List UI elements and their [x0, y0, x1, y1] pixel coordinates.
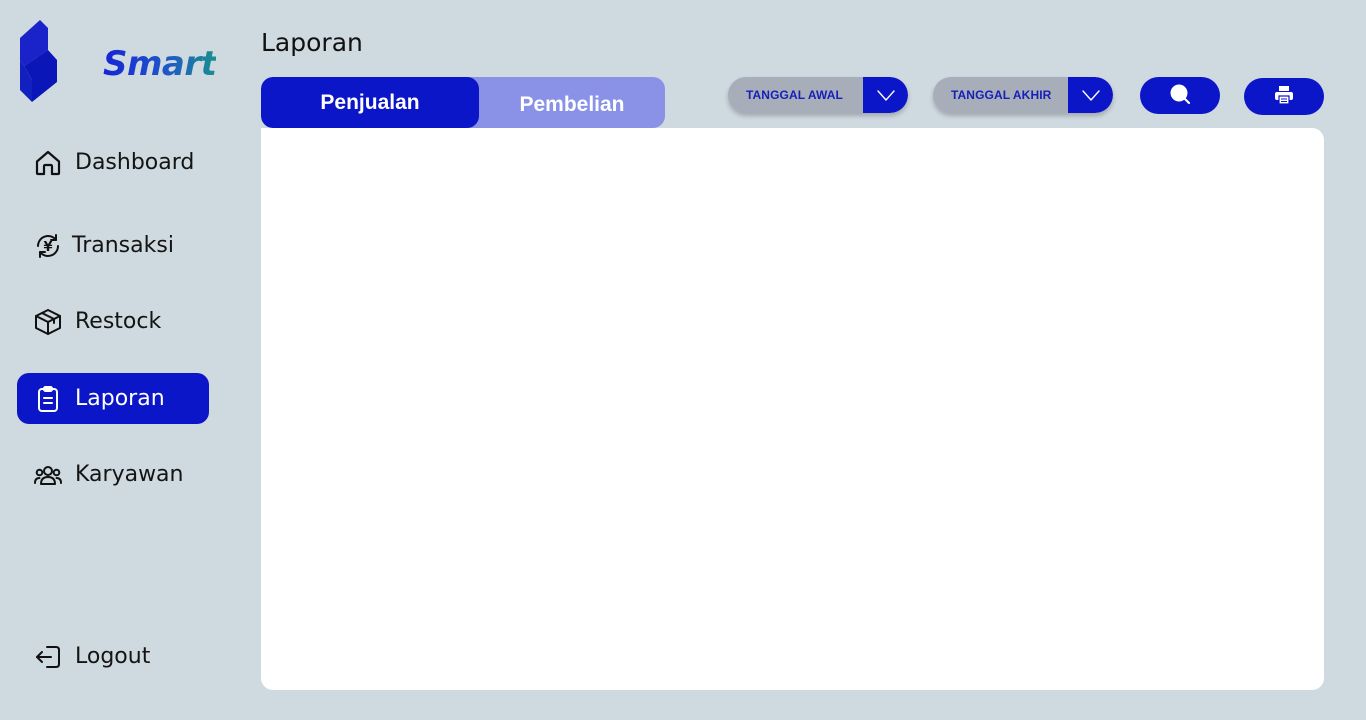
tab-pembelian[interactable]: Pembelian [479, 77, 665, 128]
logout-button[interactable]: Logout [17, 631, 209, 682]
sidebar-item-karyawan[interactable]: Karyawan [17, 449, 209, 500]
sidebar-item-label: Karyawan [75, 461, 184, 487]
users-icon [33, 460, 63, 490]
brand-mark-icon [20, 20, 57, 102]
logout-icon [33, 642, 63, 672]
sidebar-item-laporan[interactable]: Laporan [17, 373, 209, 424]
tab-penjualan[interactable]: Penjualan [261, 77, 479, 128]
sidebar-item-label: Laporan [75, 385, 165, 411]
end-date-picker[interactable]: TANGGAL AKHIR [933, 77, 1113, 113]
brand-name: Smart [103, 44, 217, 84]
sidebar-item-label: Transaksi [72, 232, 174, 258]
start-date-picker[interactable]: TANGGAL AWAL [728, 77, 908, 113]
sidebar-item-transaksi[interactable]: ¥ Transaksi [17, 220, 209, 271]
chevron-down-icon[interactable] [863, 77, 908, 113]
page-title: Laporan [261, 28, 363, 57]
report-content-panel [261, 128, 1324, 690]
package-icon [33, 307, 63, 337]
start-date-label: TANGGAL AWAL [746, 88, 843, 102]
home-icon [33, 148, 63, 178]
logout-label: Logout [75, 643, 151, 669]
search-icon [1169, 83, 1191, 109]
currency-exchange-icon: ¥ [33, 231, 63, 261]
sidebar-item-restock[interactable]: Restock [17, 296, 209, 347]
sidebar-item-label: Dashboard [75, 149, 195, 175]
printer-icon [1274, 85, 1294, 109]
print-button[interactable] [1244, 78, 1324, 115]
brand-logo: Smart [20, 20, 220, 102]
chevron-down-icon[interactable] [1068, 77, 1113, 113]
clipboard-icon [33, 384, 63, 414]
sidebar-item-label: Restock [75, 308, 162, 334]
report-tabs: Pembelian Penjualan [261, 77, 665, 128]
search-button[interactable] [1140, 77, 1220, 114]
svg-text:¥: ¥ [43, 240, 52, 255]
end-date-label: TANGGAL AKHIR [951, 88, 1052, 102]
sidebar-item-dashboard[interactable]: Dashboard [17, 137, 209, 188]
